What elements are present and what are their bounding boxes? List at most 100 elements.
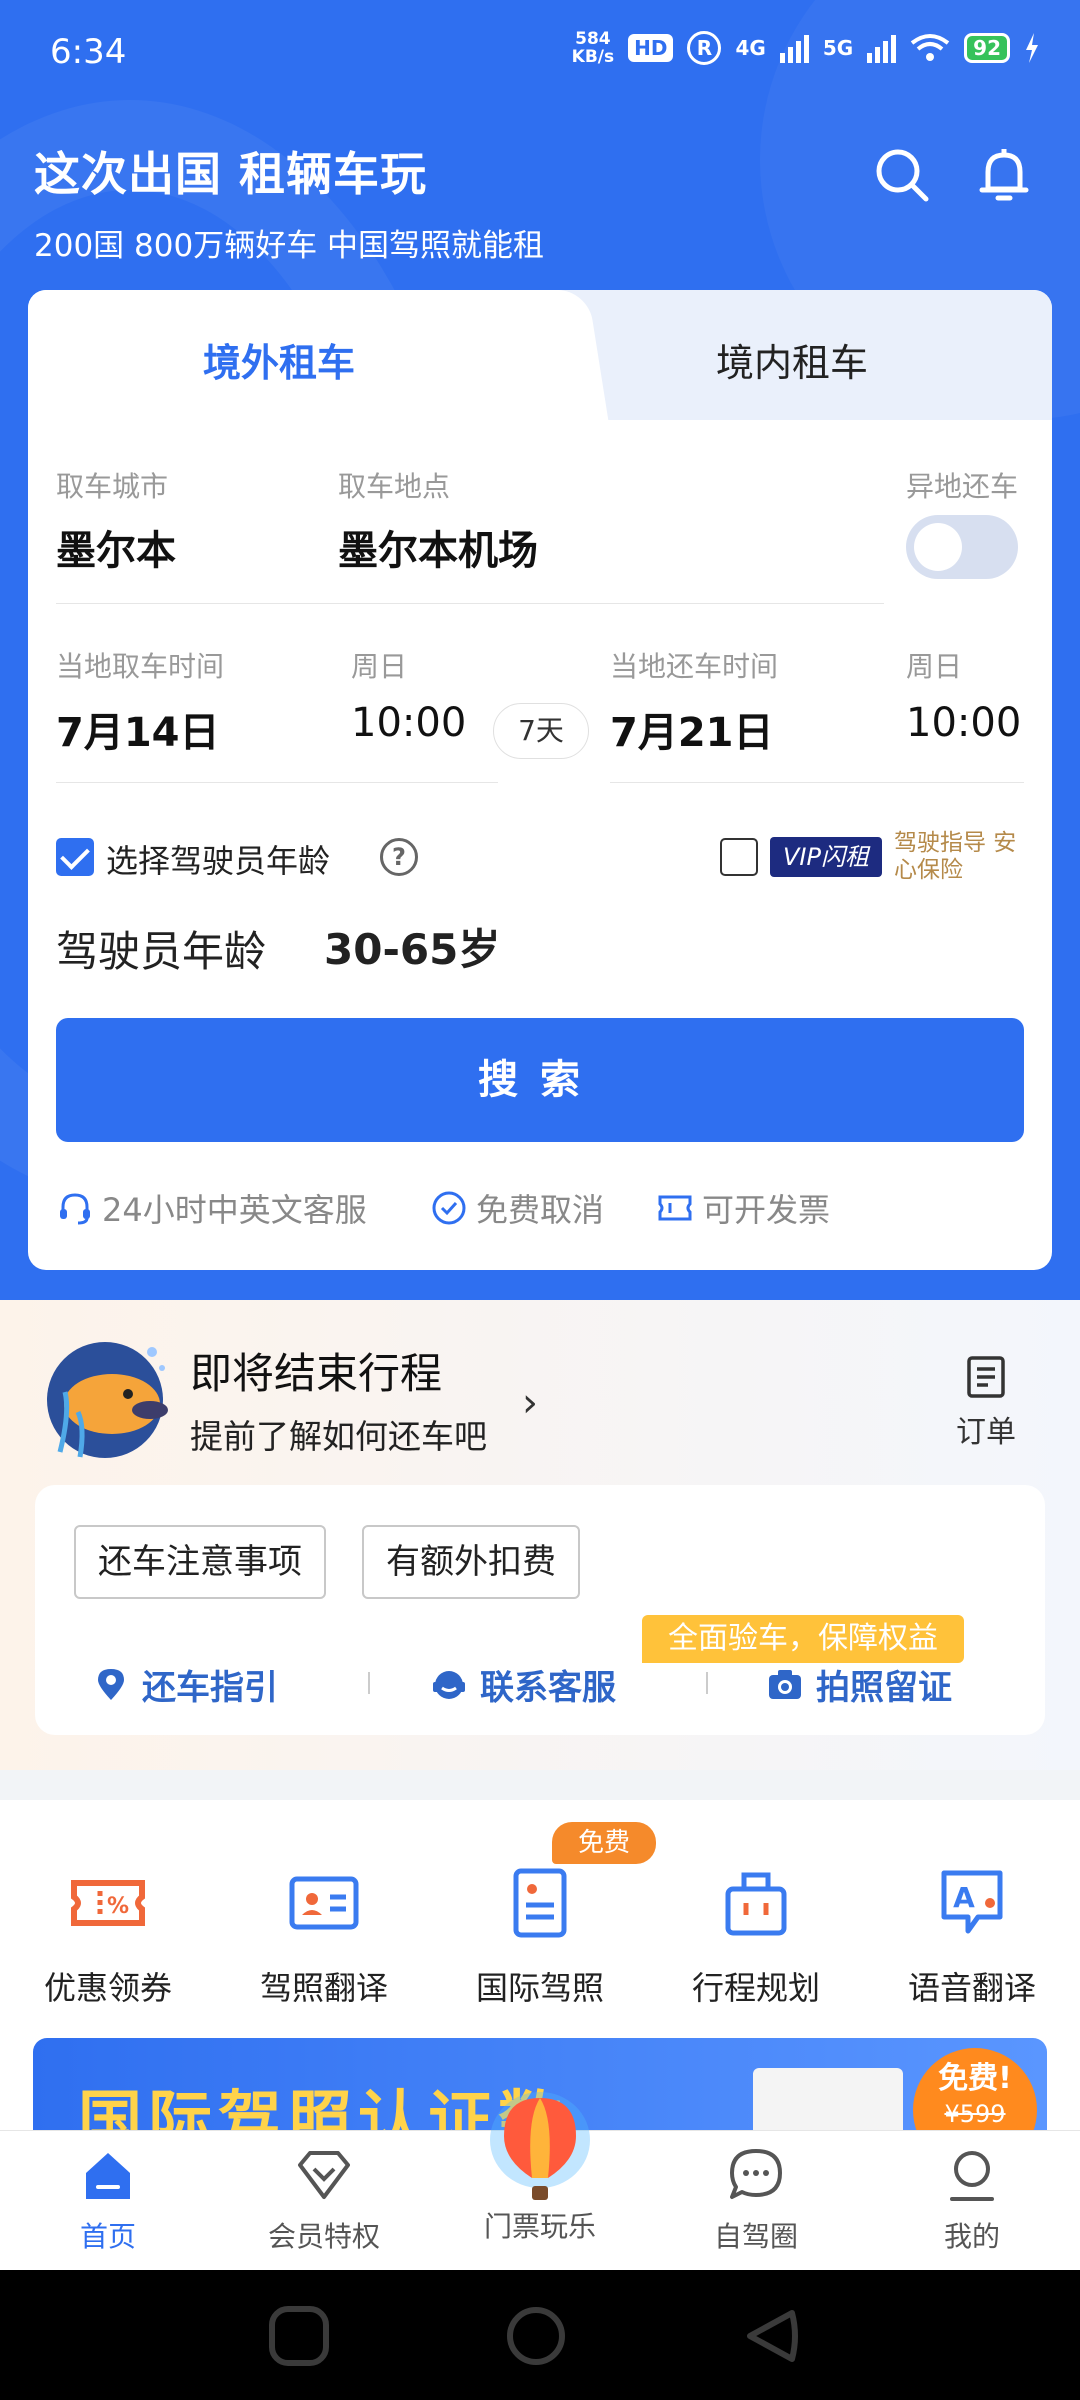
vip-description: 驾驶指导 安心保险 [894,830,1017,883]
return-hour-value[interactable]: 10:00 [906,700,1021,746]
rental-duration-badge: 7天 [493,703,589,759]
network-speed: 584 KB/s [572,30,614,66]
search-card: 境外租车 境内租车 取车城市 墨尔本 取车地点 墨尔本机场 异地还车 当地取车时… [28,290,1052,1270]
chevron-right-icon[interactable]: › [522,1380,538,1426]
feature-label: 免费取消 [476,1191,605,1229]
network-5g-label: 5G [822,36,854,60]
tool-label: 国际驾照 [475,1969,604,2007]
driver-age-label: 驾驶员年龄 [56,927,267,976]
license-document-icon [513,1868,567,1938]
photo-record-action[interactable]: 拍照留证 [766,1660,952,1709]
user-icon [950,2151,994,2201]
signal-icon [779,33,809,63]
separator [368,1672,370,1694]
contact-service-action[interactable]: 联系客服 [430,1660,616,1709]
registered-icon: R [687,31,722,65]
age-checkbox[interactable] [56,838,94,876]
feature-free-cancel: 免费取消 [430,1185,604,1231]
driver-age-value[interactable]: 30-65岁 [324,916,500,977]
pickup-place-value[interactable]: 墨尔本机场 [338,518,538,576]
divider [56,603,884,604]
banner-document-image [753,2068,903,2138]
return-time-label: 当地还车时间 [610,650,779,683]
network-speed-value: 584 [575,29,611,49]
charging-icon [1026,33,1038,63]
trip-title[interactable]: 即将结束行程 [190,1340,442,1401]
nav-label: 自驾圈 [713,2220,798,2253]
hot-air-balloon-icon[interactable] [482,2090,598,2210]
system-navigation-bar [0,2270,1080,2400]
platypus-mascot-icon [47,1342,168,1458]
pickup-hour-value[interactable]: 10:00 [351,700,466,746]
nav-label: 门票玩乐 [483,2210,596,2243]
nav-me[interactable]: 我的 [892,2145,1052,2255]
return-different-label: 异地还车 [906,470,1019,503]
return-guide-action[interactable]: 还车指引 [92,1660,278,1709]
return-date-value[interactable]: 7月21日 [610,700,774,758]
back-icon[interactable] [740,2305,802,2367]
status-icons: 584 KB/s HD R 4G 5G 92 [572,30,1040,66]
trip-subtitle[interactable]: 提前了解如何还车吧 [190,1410,487,1458]
tab-domestic-rental[interactable]: 境内租车 [716,332,868,387]
tool-international-license[interactable]: 国际驾照 [460,1865,620,2009]
id-card-icon [289,1876,359,1930]
action-label: 联系客服 [480,1668,616,1708]
home-icon [86,2153,130,2199]
page-subtitle: 200国 800万辆好车 中国驾照就能租 [34,228,545,264]
headset-icon [60,1193,90,1225]
help-icon[interactable]: ? [380,838,418,876]
tab-overseas-rental[interactable]: 境外租车 [203,332,355,387]
search-button[interactable]: 搜索 [56,1018,1024,1142]
camera-icon [769,1669,801,1699]
hd-icon: HD [628,34,674,62]
suitcase-icon [725,1872,787,1936]
pickup-place-label: 取车地点 [338,470,451,503]
voice-translate-icon: A [941,1870,1003,1934]
search-icon[interactable] [872,145,932,205]
order-button[interactable]: 订单 [950,1355,1022,1451]
tool-trip-planning[interactable]: 行程规划 [676,1865,836,2009]
home-button-icon[interactable] [505,2305,567,2367]
toggle-knob [914,523,962,571]
tool-license-translation[interactable]: 驾照翻译 [244,1865,404,2009]
svg-text:%: % [107,1894,129,1919]
battery-icon: 92 [964,33,1010,63]
vip-checkbox[interactable] [720,838,758,876]
status-time: 6:34 [50,32,127,72]
pickup-city-value[interactable]: 墨尔本 [56,518,176,576]
feature-customer-service: 24小时中英文客服 [56,1185,367,1231]
age-checkbox-label[interactable]: 选择驾驶员年龄 [106,836,330,882]
customer-service-icon [433,1670,465,1699]
recents-icon[interactable] [268,2305,330,2367]
return-different-toggle[interactable] [906,515,1018,579]
banner-free-badge: 免费! ¥599 [913,2048,1037,2138]
order-list-icon [967,1356,1005,1398]
separator [706,1672,708,1694]
ticket-icon [658,1195,692,1221]
action-label: 还车指引 [142,1668,278,1708]
page-title: 这次出国 租辆车玩 [34,147,428,201]
tool-coupons[interactable]: % 优惠领券 [28,1865,188,2009]
order-label: 订单 [956,1415,1016,1450]
chat-bubble-icon [730,2149,782,2199]
location-pin-icon [98,1668,124,1700]
bell-icon[interactable] [974,145,1034,205]
banner-badge-text: 免费! [938,2061,1012,2096]
nav-self-drive[interactable]: 自驾圈 [676,2145,836,2255]
return-notes-button[interactable]: 还车注意事项 [74,1525,326,1599]
extra-fees-button[interactable]: 有额外扣费 [362,1525,580,1599]
tool-label: 语音翻译 [907,1969,1036,2007]
tool-voice-translation[interactable]: A 语音翻译 [892,1865,1052,2009]
feature-label: 24小时中英文客服 [102,1191,367,1229]
banner-badge-price: ¥599 [944,2100,1006,2128]
pickup-date-value[interactable]: 7月14日 [56,700,220,758]
nav-home[interactable]: 首页 [28,2145,188,2255]
action-label: 拍照留证 [816,1668,952,1708]
diamond-icon [298,2151,350,2199]
nav-member[interactable]: 会员特权 [244,2145,404,2255]
pickup-weekday: 周日 [351,650,408,683]
pickup-city-label: 取车城市 [56,470,169,503]
vip-badge: VIP闪租 [770,837,882,877]
nav-tickets[interactable]: 门票玩乐 [460,2205,620,2245]
network-4g-label: 4G [735,36,766,60]
